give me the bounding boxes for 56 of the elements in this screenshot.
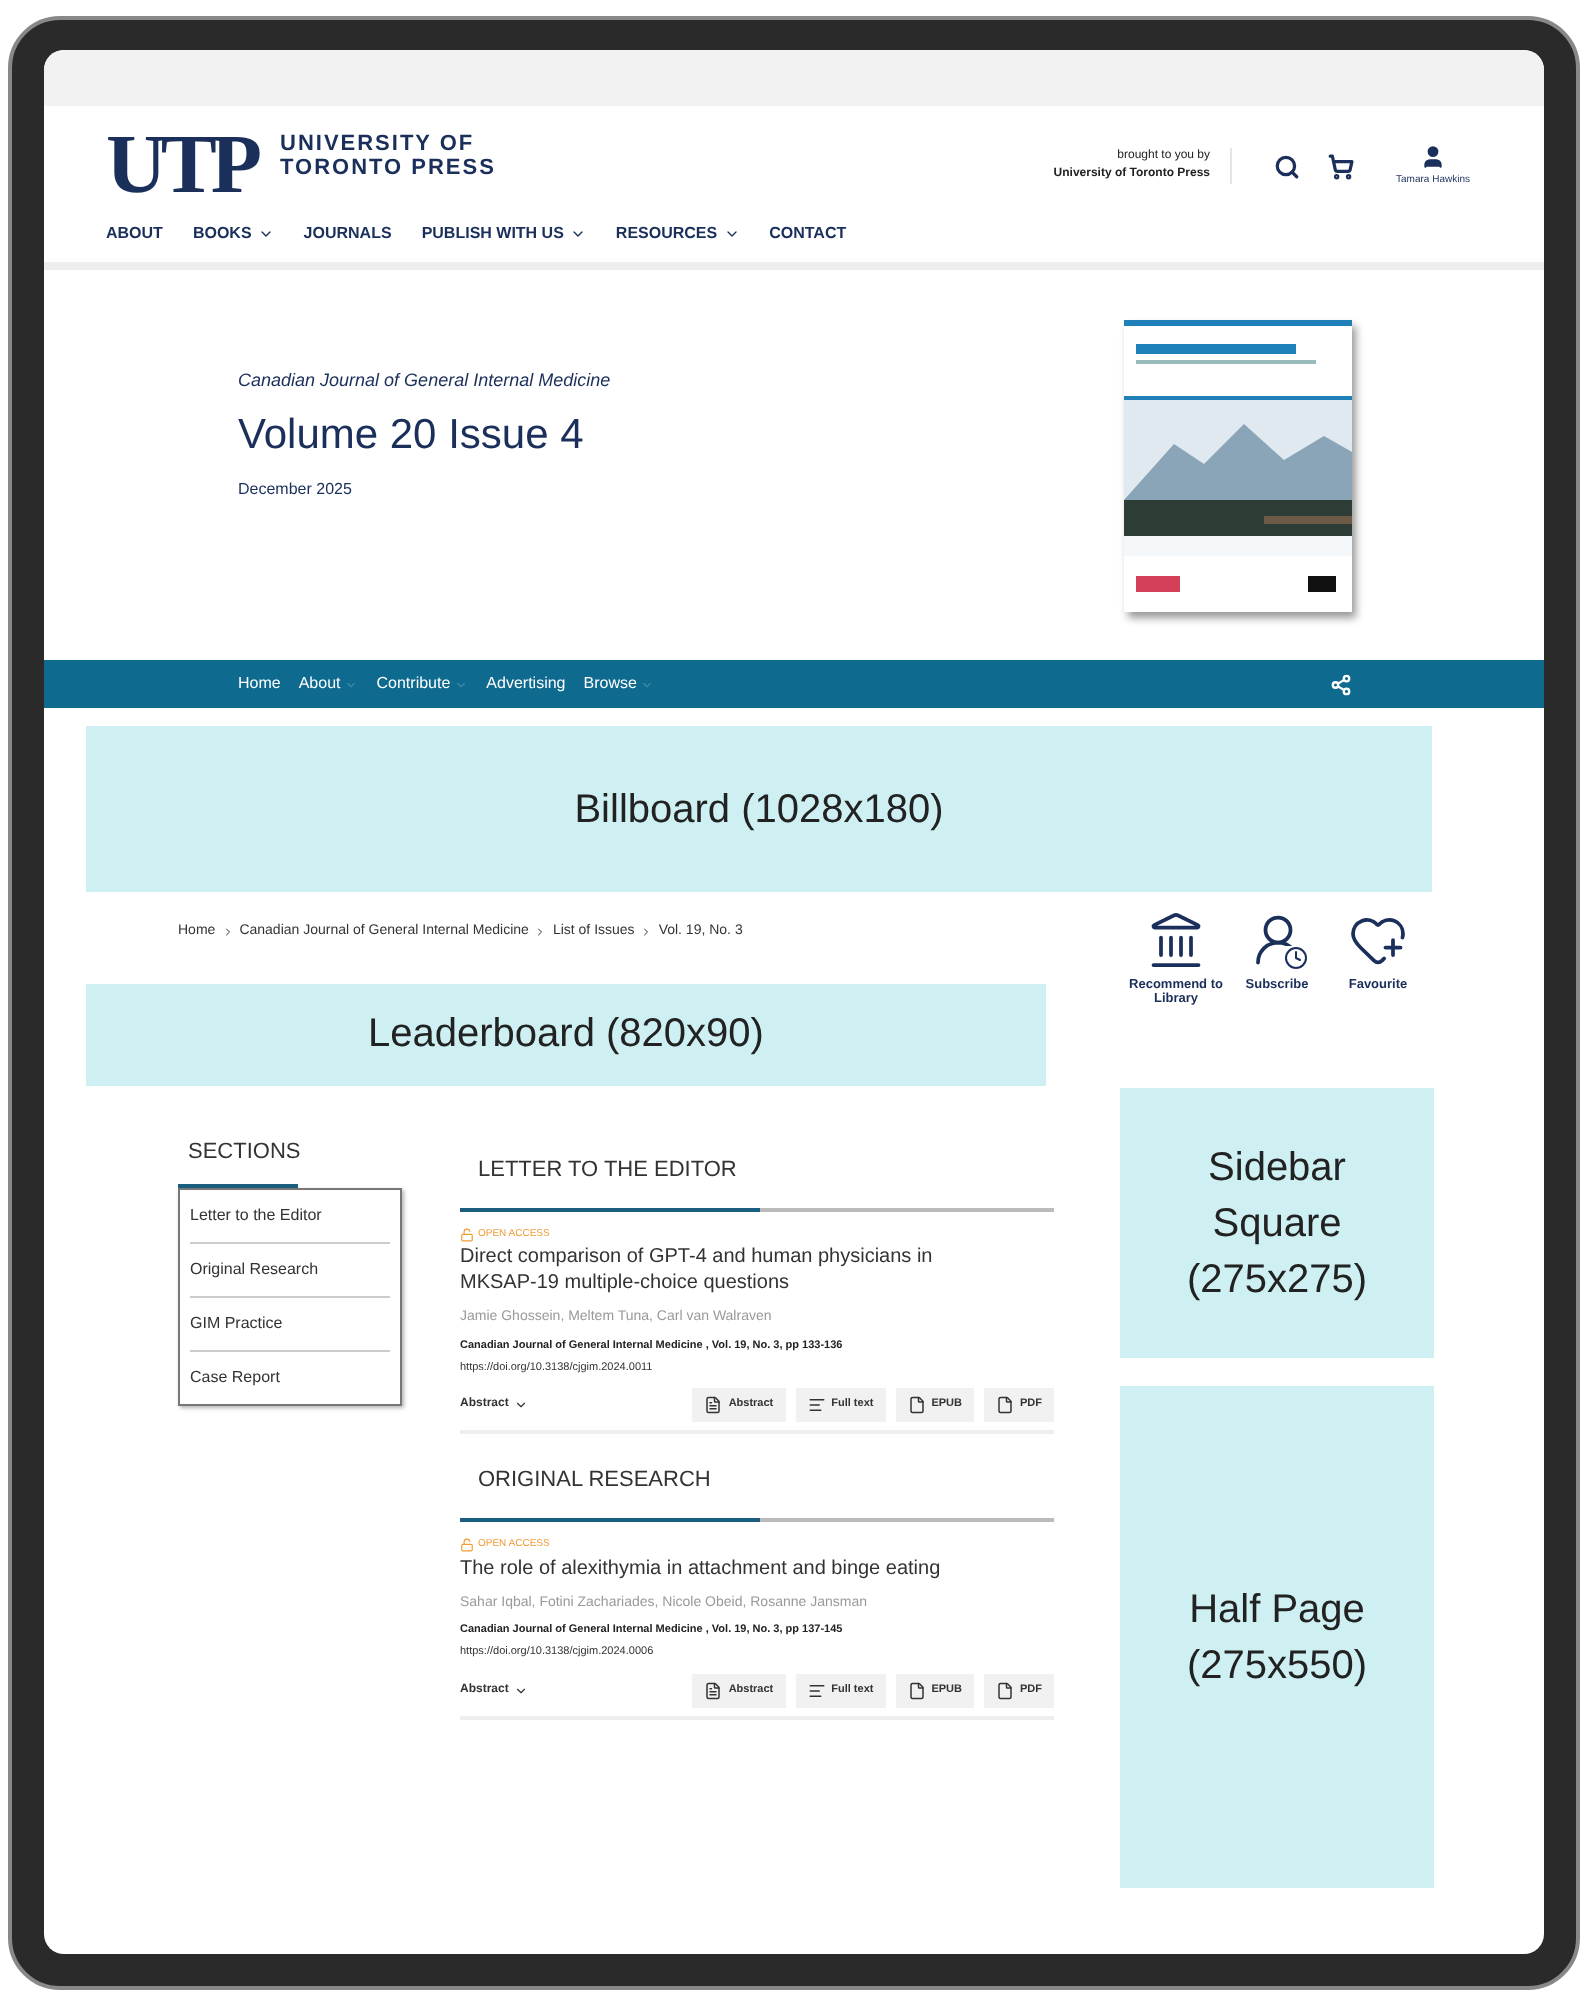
- nav-link[interactable]: CONTACT: [769, 222, 847, 246]
- section-link[interactable]: Letter to the Editor: [190, 1190, 390, 1244]
- section-heading: ORIGINAL RESEARCH: [478, 1468, 711, 1492]
- nav-link[interactable]: RESOURCES: [615, 222, 740, 246]
- nav-link[interactable]: ABOUT: [106, 222, 163, 246]
- journal-nav-link[interactable]: Browse: [583, 672, 655, 696]
- ad-label: Leaderboard (820x90): [368, 1010, 764, 1060]
- chevron-icon: [640, 926, 653, 939]
- logo-text: TORONTO PRESS: [280, 156, 496, 180]
- file-icon: [996, 1681, 1014, 1699]
- journal-nav-link[interactable]: About: [298, 672, 359, 696]
- article-title[interactable]: The role of alexithymia in attachment and binge eating: [460, 1555, 1054, 1581]
- lock-icon: [460, 1227, 474, 1242]
- chevron-icon: [534, 926, 547, 939]
- cart-icon[interactable]: [1328, 153, 1355, 179]
- lines-icon: [807, 1396, 826, 1414]
- user-icon[interactable]: [1420, 143, 1447, 170]
- sections-title: SECTIONS: [178, 1135, 298, 1188]
- journal-nav-link[interactable]: Contribute: [376, 672, 469, 696]
- issue-date: December 2025: [238, 478, 354, 502]
- chevron-icon: [514, 1683, 529, 1697]
- share-icon[interactable]: [1330, 673, 1352, 695]
- ad-label: Sidebar Square (275x275): [1184, 1143, 1370, 1305]
- journal-nav-link[interactable]: Advertising: [486, 672, 566, 696]
- caret-icon: [569, 226, 586, 242]
- article-title[interactable]: Direct comparison of GPT-4 and human physicians in MKSAP-19 multiple-choice questions: [460, 1244, 1054, 1296]
- caret-icon: [257, 226, 274, 242]
- lock-icon: [460, 1538, 474, 1553]
- journal-name: Canadian Journal of General Internal Medicine: [238, 368, 613, 394]
- caret-icon: [454, 677, 469, 691]
- file-icon: [996, 1396, 1014, 1414]
- ad-label: Half Page (275x550): [1184, 1585, 1370, 1691]
- issue-title: Volume 20 Issue 4: [238, 409, 586, 461]
- logo-mark: UTP: [106, 122, 256, 210]
- logo-text: UNIVERSITY OF: [280, 132, 477, 156]
- ad-label: Billboard (1028x180): [574, 785, 944, 835]
- caret-icon: [723, 226, 740, 242]
- caret-icon: [344, 677, 359, 691]
- section-link[interactable]: Original Research: [190, 1244, 390, 1298]
- lines-icon: [807, 1681, 826, 1699]
- nav-link[interactable]: BOOKS: [192, 222, 274, 246]
- document-icon: [704, 1681, 723, 1699]
- nav-link[interactable]: PUBLISH WITH US: [421, 222, 586, 246]
- building-icon: [1146, 910, 1206, 970]
- section-heading: LETTER TO THE EDITOR: [478, 1157, 737, 1181]
- section-link[interactable]: Case Report: [190, 1352, 390, 1404]
- file-icon: [907, 1396, 926, 1414]
- journal-nav-link[interactable]: Home: [238, 672, 281, 696]
- file-icon: [907, 1681, 926, 1699]
- chevron-icon: [514, 1398, 529, 1412]
- document-icon: [704, 1396, 723, 1414]
- section-link[interactable]: GIM Practice: [190, 1298, 390, 1352]
- chevron-icon: [221, 926, 234, 939]
- caret-icon: [640, 677, 655, 691]
- nav-link[interactable]: JOURNALS: [303, 222, 392, 246]
- search-icon[interactable]: [1274, 153, 1301, 179]
